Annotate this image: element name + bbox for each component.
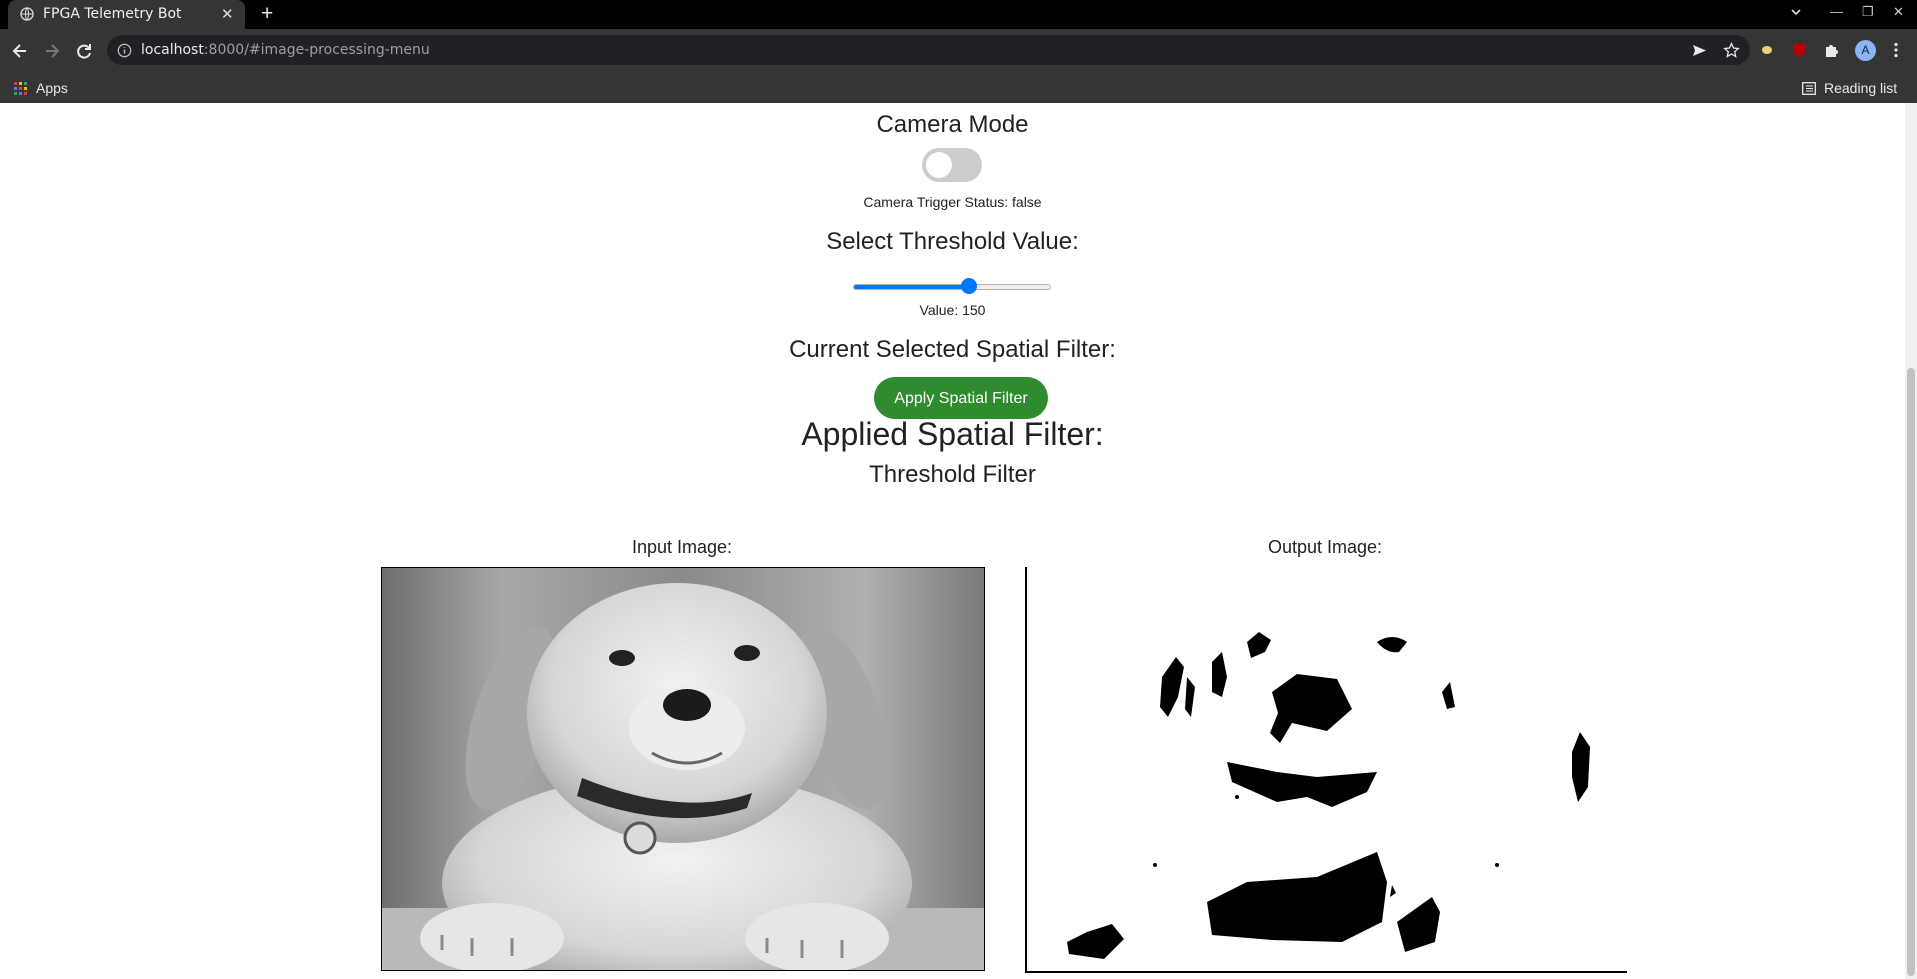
applied-filter-heading: Applied Spatial Filter: [801,416,1104,452]
puppy-photo-grayscale [382,568,984,970]
reading-list-button[interactable]: Reading list [1824,80,1897,96]
browser-toolbar: localhost:8000/#image-processing-menu A [0,29,1917,73]
page-content: Camera Mode Camera Trigger Status: false… [0,103,1905,979]
tab-close-icon[interactable]: ✕ [221,5,234,23]
profile-avatar[interactable]: A [1855,40,1876,61]
apply-spatial-filter-button[interactable]: Apply Spatial Filter [874,377,1048,419]
reading-list-icon[interactable] [1802,82,1816,95]
star-icon[interactable] [1723,42,1740,59]
url-text: localhost:8000/#image-processing-menu [141,42,430,58]
camera-mode-heading: Camera Mode [876,111,1029,138]
minimize-button[interactable]: — [1830,4,1843,19]
ublock-extension-icon[interactable] [1790,41,1808,59]
apps-bookmark[interactable]: Apps [36,80,68,96]
camera-mode-toggle[interactable] [922,148,982,182]
close-window-button[interactable]: ✕ [1893,4,1904,20]
toggle-knob [926,152,952,178]
thresholded-output-image [1027,567,1625,969]
input-image [381,567,985,971]
threshold-value-label: Value: 150 [919,302,986,318]
output-image-label: Output Image: [1267,537,1383,557]
page-scrollbar[interactable] [1905,103,1917,979]
tab-search-icon[interactable] [1789,5,1803,19]
forward-arrow-icon[interactable] [42,41,62,61]
tab-title: FPGA Telemetry Bot [43,6,182,22]
menu-dots-icon[interactable] [1887,41,1905,59]
apps-grid-icon[interactable] [14,82,27,95]
current-filter-heading: Current Selected Spatial Filter: [789,336,1116,363]
threshold-slider-fill [854,285,970,289]
output-image [1025,567,1627,973]
threshold-slider-thumb[interactable] [961,278,978,294]
back-arrow-icon[interactable] [10,41,30,61]
threshold-heading: Select Threshold Value: [826,228,1079,255]
bookmarks-bar: Apps Reading list [0,73,1917,103]
reload-icon[interactable] [74,41,94,61]
restore-button[interactable]: ❐ [1862,4,1874,20]
send-icon[interactable] [1691,42,1708,59]
applied-filter-name: Threshold Filter [869,461,1036,488]
threshold-slider[interactable] [853,284,1051,290]
new-tab-button[interactable]: + [261,2,273,26]
globe-icon [20,7,34,21]
puzzle-icon[interactable] [1823,41,1841,59]
camera-trigger-status: Camera Trigger Status: false [863,194,1042,210]
address-bar[interactable]: localhost:8000/#image-processing-menu [107,35,1750,65]
browser-tab[interactable]: FPGA Telemetry Bot ✕ [8,0,245,29]
scrollbar-thumb[interactable] [1907,368,1915,976]
input-image-label: Input Image: [631,537,733,557]
info-icon[interactable] [117,43,132,58]
extension-icon[interactable] [1758,41,1776,59]
tab-strip: FPGA Telemetry Bot ✕ + — ❐ ✕ [0,0,1917,29]
